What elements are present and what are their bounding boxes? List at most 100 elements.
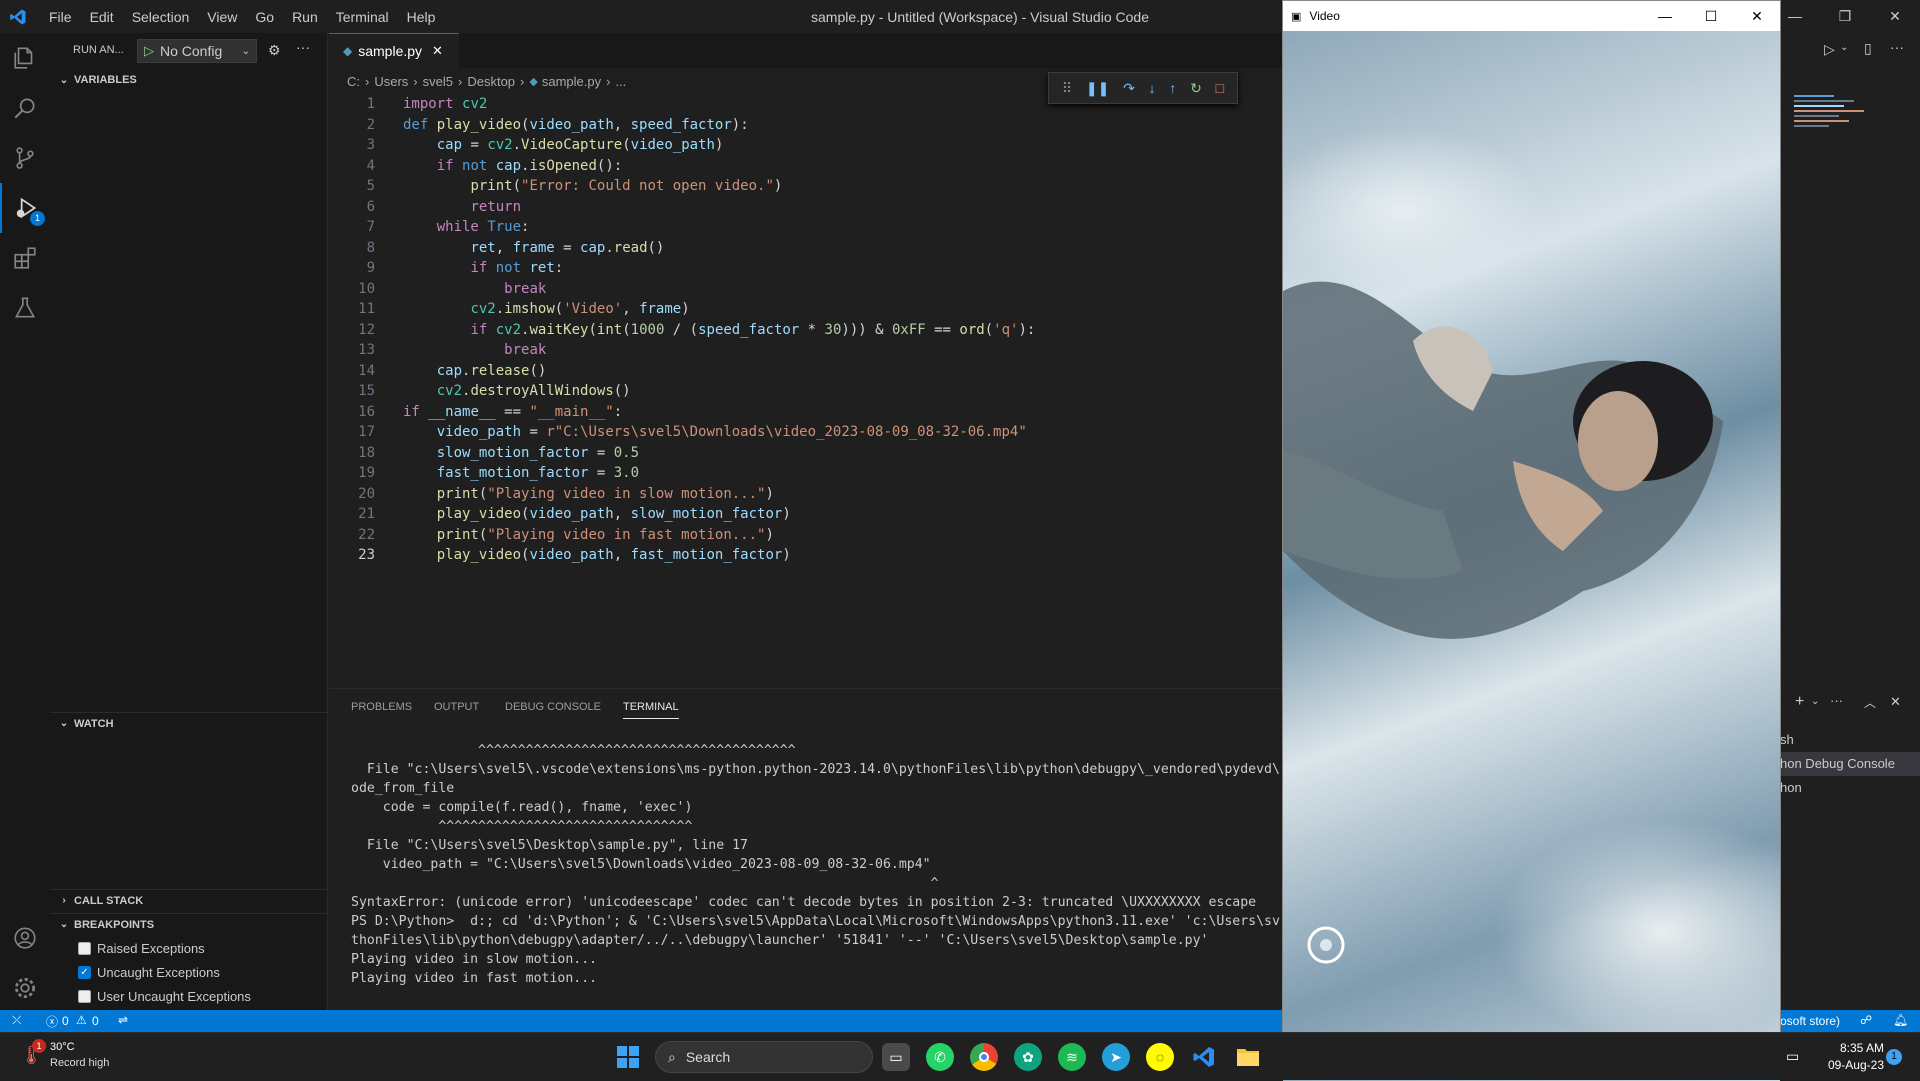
chevron-down-icon[interactable]: ⌄ xyxy=(1840,42,1848,53)
menu-go[interactable]: Go xyxy=(246,9,283,25)
code-line[interactable]: play_video(video_path, fast_motion_facto… xyxy=(403,547,791,563)
search-icon[interactable] xyxy=(0,83,50,133)
step-into-icon[interactable]: ↓ xyxy=(1149,80,1156,96)
code-line[interactable]: if not cap.isOpened(): xyxy=(403,158,623,174)
line-number[interactable]: 5 xyxy=(329,178,375,194)
close-button[interactable]: ✕ xyxy=(1870,0,1920,33)
source-control-icon[interactable] xyxy=(0,133,50,183)
call-stack-section[interactable]: › CALL STACK xyxy=(50,889,328,911)
menu-run[interactable]: Run xyxy=(283,9,327,25)
notifications-bell-icon[interactable]: 🔔︎ xyxy=(1893,1013,1908,1027)
code-line[interactable]: ret, frame = cap.read() xyxy=(403,240,664,256)
close-panel-icon[interactable]: ✕ xyxy=(1890,694,1901,710)
code-line[interactable]: print("Playing video in fast motion...") xyxy=(403,527,774,543)
code-line[interactable]: fast_motion_factor = 3.0 xyxy=(403,465,639,481)
watch-section[interactable]: ⌄ WATCH xyxy=(50,712,328,734)
breakpoint-uncaught-exceptions[interactable]: ✓ Uncaught Exceptions xyxy=(78,961,220,983)
checkbox[interactable] xyxy=(78,941,91,955)
notification-badge[interactable]: 1 xyxy=(1886,1049,1902,1065)
new-terminal-plus-icon[interactable]: + xyxy=(1795,693,1804,711)
line-number[interactable]: 21 xyxy=(329,506,375,522)
line-number[interactable]: 6 xyxy=(329,199,375,215)
code-line[interactable]: if not ret: xyxy=(403,260,563,276)
code-line[interactable]: cap = cv2.VideoCapture(video_path) xyxy=(403,137,724,153)
code-line[interactable]: if cv2.waitKey(int(1000 / (speed_factor … xyxy=(403,322,1035,338)
line-number[interactable]: 10 xyxy=(329,281,375,297)
code-line[interactable]: play_video(video_path, slow_motion_facto… xyxy=(403,506,791,522)
breadcrumb-item[interactable]: Desktop xyxy=(467,74,515,89)
drag-handle-icon[interactable]: ⠿ xyxy=(1062,80,1072,97)
weather-widget[interactable]: 🌡︎ 1 30°C Record high xyxy=(16,1039,136,1075)
line-number[interactable]: 15 xyxy=(329,383,375,399)
open-launch-json-gear-icon[interactable]: ⚙ xyxy=(268,42,281,59)
terminal-list-item[interactable]: sh xyxy=(1780,729,1920,751)
start-windows-icon[interactable] xyxy=(614,1043,642,1071)
line-number[interactable]: 3 xyxy=(329,137,375,153)
run-debug-icon[interactable]: 1 xyxy=(0,183,50,233)
minimap[interactable] xyxy=(1794,93,1874,143)
explorer-icon[interactable] xyxy=(0,33,50,83)
menu-selection[interactable]: Selection xyxy=(123,9,199,25)
pause-icon[interactable]: ❚❚ xyxy=(1086,80,1109,97)
account-icon[interactable] xyxy=(0,913,50,963)
breakpoint-user-uncaught-exceptions[interactable]: User Uncaught Exceptions xyxy=(78,985,251,1007)
terminal-list-item[interactable]: hon xyxy=(1780,777,1920,799)
breadcrumb-item[interactable]: ... xyxy=(615,74,626,89)
menu-terminal[interactable]: Terminal xyxy=(327,9,398,25)
debug-status-icon[interactable]: ⇌ xyxy=(118,1013,128,1027)
terminal-list-item-selected[interactable]: hon Debug Console xyxy=(1780,752,1920,776)
more-actions-icon[interactable]: ··· xyxy=(1830,693,1843,708)
whatsapp-icon[interactable]: ✆ xyxy=(926,1043,954,1071)
line-number[interactable]: 14 xyxy=(329,363,375,379)
taskbar-search-box[interactable]: ⌕ Search xyxy=(655,1041,873,1073)
start-debug-icon[interactable]: ▷ xyxy=(144,43,154,59)
extensions-icon[interactable] xyxy=(0,233,50,283)
spotify-icon[interactable]: ≋ xyxy=(1058,1043,1086,1071)
code-line[interactable]: break xyxy=(403,281,546,297)
line-number[interactable]: 20 xyxy=(329,486,375,502)
video-window[interactable]: ▣ Video — ☐ ✕ xyxy=(1282,0,1781,1081)
tab-debug-console[interactable]: DEBUG CONSOLE xyxy=(505,701,601,713)
line-number[interactable]: 18 xyxy=(329,445,375,461)
manage-gear-icon[interactable] xyxy=(0,963,50,1013)
code-line[interactable]: if __name__ == "__main__": xyxy=(403,404,622,420)
split-editor-icon[interactable]: ▯ xyxy=(1864,40,1872,57)
tab-sample-py[interactable]: ◆ sample.py ✕ xyxy=(329,33,459,68)
file-explorer-icon[interactable] xyxy=(1234,1043,1262,1071)
code-line[interactable]: while True: xyxy=(403,219,530,235)
more-actions-icon[interactable]: ··· xyxy=(1890,39,1904,55)
line-number[interactable]: 1 xyxy=(329,96,375,112)
restart-icon[interactable]: ↻ xyxy=(1190,80,1202,97)
breadcrumb-item[interactable]: C: xyxy=(347,74,360,89)
menu-file[interactable]: File xyxy=(40,9,81,25)
variables-section[interactable]: ⌄ VARIABLES xyxy=(50,69,328,91)
line-number[interactable]: 19 xyxy=(329,465,375,481)
line-number[interactable]: 12 xyxy=(329,322,375,338)
testing-icon[interactable] xyxy=(0,283,50,333)
feedback-icon[interactable]: ☍ xyxy=(1860,1013,1872,1027)
error-count[interactable]: 0 xyxy=(62,1014,69,1028)
close-tab-icon[interactable]: ✕ xyxy=(432,43,443,59)
line-number[interactable]: 16 xyxy=(329,404,375,420)
clock-time[interactable]: 8:35 AM xyxy=(1820,1041,1884,1055)
code-line[interactable]: print("Error: Could not open video.") xyxy=(403,178,782,194)
video-minimize-button[interactable]: — xyxy=(1642,1,1688,31)
chrome-icon[interactable] xyxy=(970,1043,998,1071)
line-number[interactable]: 23 xyxy=(329,547,375,563)
checkbox-checked[interactable]: ✓ xyxy=(78,965,91,979)
restore-button[interactable]: ❐ xyxy=(1820,0,1870,33)
line-number[interactable]: 11 xyxy=(329,301,375,317)
line-number[interactable]: 4 xyxy=(329,158,375,174)
line-number[interactable]: 7 xyxy=(329,219,375,235)
code-line[interactable]: slow_motion_factor = 0.5 xyxy=(403,445,639,461)
launch-config-select[interactable]: ▷ No Config ⌄ xyxy=(137,39,257,63)
step-over-icon[interactable]: ↷ xyxy=(1123,80,1135,97)
breadcrumb-item[interactable]: svel5 xyxy=(423,74,453,89)
snapchat-icon[interactable]: ◌ xyxy=(1146,1043,1174,1071)
step-out-icon[interactable]: ↑ xyxy=(1169,80,1176,96)
line-number[interactable]: 13 xyxy=(329,342,375,358)
network-battery-icon[interactable]: ▭ xyxy=(1786,1048,1799,1065)
code-line[interactable]: video_path = r"C:\Users\svel5\Downloads\… xyxy=(403,424,1027,440)
line-number[interactable]: 8 xyxy=(329,240,375,256)
code-line[interactable]: return xyxy=(403,199,521,215)
